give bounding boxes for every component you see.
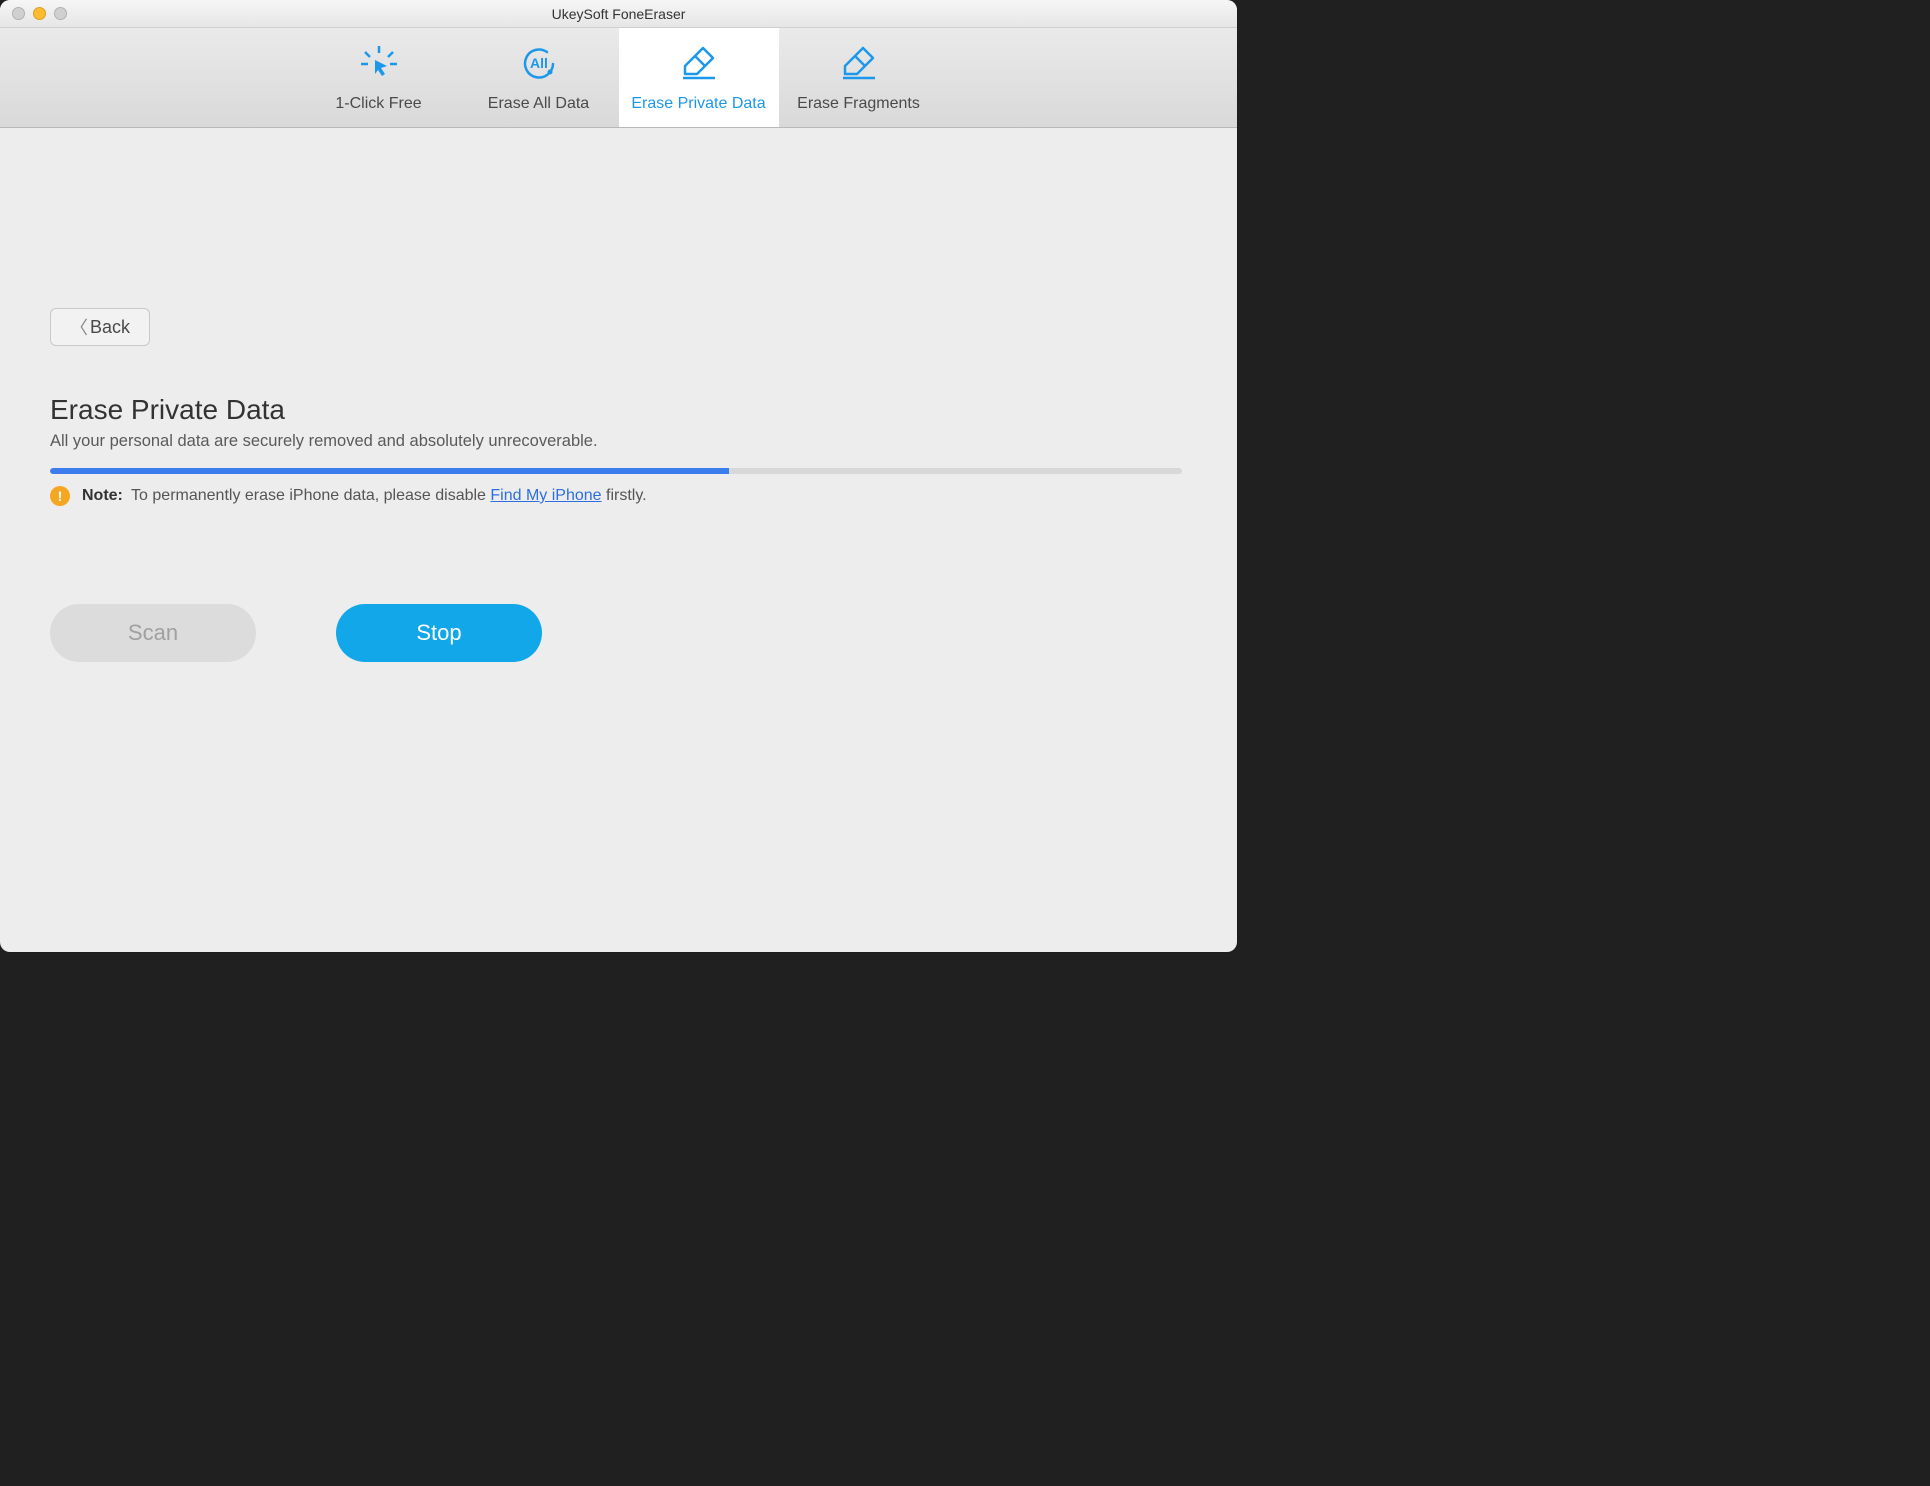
note-label: Note:	[82, 487, 123, 504]
tab-label: 1-Click Free	[335, 95, 421, 113]
erase-all-icon: All	[517, 43, 561, 85]
title-bar: UkeySoft FoneEraser	[0, 0, 1237, 28]
page-title: Erase Private Data	[50, 394, 1187, 426]
chevron-left-icon: 〈	[70, 314, 88, 340]
note-post-text: firstly.	[606, 487, 647, 504]
app-window: UkeySoft FoneEraser 1-Click Free All	[0, 0, 1237, 952]
tab-label: Erase Private Data	[631, 95, 765, 113]
tab-erase-all-data[interactable]: All Erase All Data	[459, 28, 619, 127]
tab-label: Erase All Data	[488, 95, 589, 113]
scan-button: Scan	[50, 604, 256, 662]
page-subtitle: All your personal data are securely remo…	[50, 432, 1187, 451]
tab-1-click-free[interactable]: 1-Click Free	[299, 28, 459, 127]
back-button[interactable]: 〈 Back	[50, 308, 150, 346]
close-window-button[interactable]	[12, 7, 25, 20]
window-title: UkeySoft FoneEraser	[0, 6, 1237, 22]
tab-erase-fragments[interactable]: Erase Fragments	[779, 28, 939, 127]
cursor-click-icon	[357, 43, 401, 85]
tab-label: Erase Fragments	[797, 95, 920, 113]
back-button-label: Back	[90, 317, 130, 338]
section-heading: Erase Private Data All your personal dat…	[50, 394, 1187, 451]
warning-icon: !	[50, 486, 70, 506]
note-row: ! Note: To permanently erase iPhone data…	[50, 486, 1187, 506]
find-my-iphone-link[interactable]: Find My iPhone	[490, 487, 601, 504]
progress-bar	[50, 468, 1182, 474]
progress-fill	[50, 468, 729, 474]
tab-erase-private-data[interactable]: Erase Private Data	[619, 28, 779, 127]
note-pre-text: To permanently erase iPhone data, please…	[131, 487, 490, 504]
svg-text:All: All	[530, 55, 548, 71]
main-content: 〈 Back Erase Private Data All your perso…	[0, 128, 1237, 952]
traffic-lights	[12, 7, 67, 20]
main-toolbar: 1-Click Free All Erase All Data Erase	[0, 28, 1237, 128]
maximize-window-button[interactable]	[54, 7, 67, 20]
minimize-window-button[interactable]	[33, 7, 46, 20]
action-buttons: Scan Stop	[50, 604, 542, 662]
eraser-private-icon	[675, 43, 723, 85]
eraser-fragments-icon	[835, 43, 883, 85]
stop-button[interactable]: Stop	[336, 604, 542, 662]
